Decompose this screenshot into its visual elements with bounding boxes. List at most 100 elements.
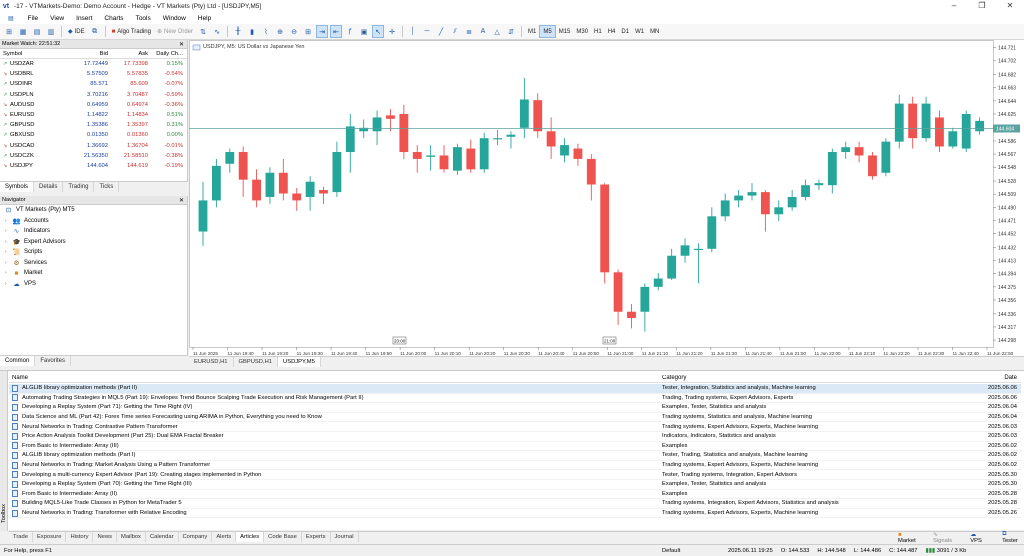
arrows-icon[interactable]: ⇵ bbox=[505, 25, 517, 38]
tab-trading[interactable]: Trading bbox=[63, 182, 95, 192]
candle-body[interactable] bbox=[827, 152, 837, 186]
candle-body[interactable] bbox=[399, 113, 409, 153]
candle-body[interactable] bbox=[238, 152, 248, 180]
menu-view[interactable]: View bbox=[44, 15, 70, 22]
article-row[interactable]: ALGLIB library optimization methods (Par… bbox=[9, 451, 1021, 461]
signal-icon[interactable]: ∿ bbox=[211, 25, 223, 38]
chart-shift-icon[interactable]: ⇤ bbox=[330, 25, 343, 38]
navigator-item-services[interactable]: › ⚙ Services bbox=[0, 258, 187, 269]
candlestick-chart[interactable]: 144.721 144.702 144.682 144.663 144.644 144.6… bbox=[189, 40, 1024, 356]
candle-body[interactable] bbox=[452, 147, 462, 171]
candle-body[interactable] bbox=[948, 131, 958, 147]
candle-body[interactable] bbox=[801, 185, 810, 197]
col-date[interactable]: Date bbox=[979, 375, 1021, 381]
tab-symbols[interactable]: Symbols bbox=[0, 182, 35, 192]
zoom-out-icon[interactable]: ⊖ bbox=[288, 25, 300, 38]
chart-tab-eurusd[interactable]: EURUSD,H1 bbox=[189, 357, 234, 367]
article-row[interactable]: ALGLIB library optimization methods (Par… bbox=[9, 384, 1021, 394]
candle-body[interactable] bbox=[439, 155, 449, 170]
article-row[interactable]: Developing a multi-currency Expert Advis… bbox=[9, 470, 1021, 480]
candle-body[interactable] bbox=[720, 200, 730, 217]
candle-body[interactable] bbox=[600, 184, 610, 273]
navigator-item-market[interactable]: › ■ Market bbox=[0, 268, 187, 279]
timeframe-m1[interactable]: M1 bbox=[525, 25, 539, 38]
market-watch-row[interactable]: ↗ USDCZK 21.56350 21.58510 -0.38% bbox=[0, 151, 187, 161]
article-row[interactable]: Developing a Replay System (Part 70): Ge… bbox=[9, 480, 1021, 490]
menu-tools[interactable]: Tools bbox=[130, 15, 157, 22]
candle-body[interactable] bbox=[854, 147, 864, 156]
article-row[interactable]: From Basic to Intermediate: Array (II) Ex… bbox=[9, 490, 1021, 500]
market-watch-row[interactable]: ↘ USDBRL 5.57509 5.57835 -0.54% bbox=[0, 69, 187, 79]
candle-body[interactable] bbox=[975, 120, 985, 132]
toolbox-tab-mailbox[interactable]: Mailbox bbox=[117, 532, 146, 542]
market-watch-row[interactable]: ↘ USDCAD 1.36692 1.36704 -0.01% bbox=[0, 141, 187, 151]
candle-body[interactable] bbox=[426, 155, 436, 157]
toolbox-tab-history[interactable]: History bbox=[66, 532, 94, 542]
candle-body[interactable] bbox=[787, 196, 797, 208]
candle-body[interactable] bbox=[372, 117, 382, 132]
candle-body[interactable] bbox=[332, 152, 342, 193]
candle-body[interactable] bbox=[627, 311, 636, 318]
article-row[interactable]: Neural Networks in Trading: Transformer … bbox=[9, 509, 1021, 519]
new-order-button[interactable]: ⊕ New Order bbox=[155, 25, 195, 38]
toolbox-tab-experts[interactable]: Experts bbox=[302, 532, 331, 542]
chart-window[interactable]: 144.721 144.702 144.682 144.663 144.644 144.6… bbox=[189, 40, 1024, 367]
depth-of-market-icon[interactable]: ⇅ bbox=[197, 25, 209, 38]
candle-body[interactable] bbox=[841, 147, 851, 153]
maximize-button[interactable]: ❐ bbox=[968, 0, 996, 12]
chart-tab-usdjpy[interactable]: USDJPY,M5 bbox=[278, 357, 321, 367]
tab-ticks[interactable]: Ticks bbox=[94, 182, 120, 192]
article-row[interactable]: From Basic to Intermediate: Array (III) E… bbox=[9, 442, 1021, 452]
timeframe-mn[interactable]: MN bbox=[647, 25, 662, 38]
candle-body[interactable] bbox=[533, 100, 543, 132]
fibonacci-icon[interactable]: ≣ bbox=[463, 25, 475, 38]
article-row[interactable]: Automating Trading Strategies in MQL5 (P… bbox=[9, 394, 1021, 404]
article-row[interactable]: Developing a Replay System (Part 71): Ge… bbox=[9, 403, 1021, 413]
market-watch-row[interactable]: ↗ GBXUSD 0.01350 0.01360 0.00% bbox=[0, 130, 187, 140]
vps-button[interactable]: ☁ VPS bbox=[964, 532, 990, 544]
menu-charts[interactable]: Charts bbox=[98, 15, 129, 22]
toolbox-tab-company[interactable]: Company bbox=[179, 532, 213, 542]
candle-body[interactable] bbox=[573, 148, 583, 159]
expand-icon[interactable]: › bbox=[5, 218, 12, 224]
ide-button[interactable]: ◆ IDE bbox=[66, 25, 87, 38]
candle-body[interactable] bbox=[225, 152, 235, 164]
toolbox-tab-exposure[interactable]: Exposure bbox=[33, 532, 67, 542]
navigator-item-indicators[interactable]: › ∿ Indicators bbox=[0, 226, 187, 237]
candle-body[interactable] bbox=[921, 103, 931, 139]
navigator-item-scripts[interactable]: › 📜 Scripts bbox=[0, 247, 187, 258]
candle-body[interactable] bbox=[412, 152, 422, 159]
horizontal-line-icon[interactable]: ─ bbox=[421, 25, 433, 38]
navigator-item-accounts[interactable]: › 👥 Accounts bbox=[0, 216, 187, 227]
article-row[interactable]: Neural Networks in Trading: Market Analy… bbox=[9, 461, 1021, 471]
navigator-icon[interactable]: ▥ bbox=[45, 25, 57, 38]
candle-body[interactable] bbox=[747, 192, 757, 196]
expand-icon[interactable]: › bbox=[5, 281, 12, 287]
menu-insert[interactable]: Insert bbox=[70, 15, 98, 22]
article-row[interactable]: Price Action Analysis Toolkit Developmen… bbox=[9, 432, 1021, 442]
candle-body[interactable] bbox=[198, 200, 208, 232]
candle-body[interactable] bbox=[292, 193, 302, 201]
candle-body[interactable] bbox=[493, 138, 502, 140]
cursor-icon[interactable]: ↖ bbox=[372, 25, 385, 38]
candle-body[interactable] bbox=[506, 134, 516, 137]
tab-favorites[interactable]: Favorites bbox=[35, 356, 72, 366]
toolbox-tab-news[interactable]: News bbox=[93, 532, 117, 542]
candle-body[interactable] bbox=[667, 255, 677, 279]
market-watch-row[interactable]: ↗ USDINR 85.571 85.609 -0.07% bbox=[0, 79, 187, 89]
market-watch-row[interactable]: ↘ USDJPY 144.604 144.619 -0.19% bbox=[0, 161, 187, 171]
timeframe-m30[interactable]: M30 bbox=[573, 25, 591, 38]
candle-body[interactable] bbox=[961, 113, 971, 149]
timeframe-h1[interactable]: H1 bbox=[591, 25, 605, 38]
new-chart-icon[interactable]: ⊞ bbox=[3, 25, 15, 38]
indicators-toolbar-icon[interactable]: ƒ bbox=[344, 25, 356, 38]
expand-icon[interactable]: › bbox=[5, 239, 12, 245]
candle-body[interactable] bbox=[479, 138, 489, 170]
signals-button[interactable]: ∿ Signals bbox=[927, 532, 958, 544]
candle-body[interactable] bbox=[466, 148, 476, 170]
candle-body[interactable] bbox=[653, 278, 663, 287]
zoom-in-icon[interactable]: ⊕ bbox=[274, 25, 286, 38]
bar-chart-icon[interactable]: ╫ bbox=[232, 25, 244, 38]
navigator-item-vt-markets-pty-mt5[interactable]: ⊡ VT Markets (Pty) MT5 bbox=[0, 205, 187, 216]
col-name[interactable]: Name bbox=[9, 375, 662, 381]
